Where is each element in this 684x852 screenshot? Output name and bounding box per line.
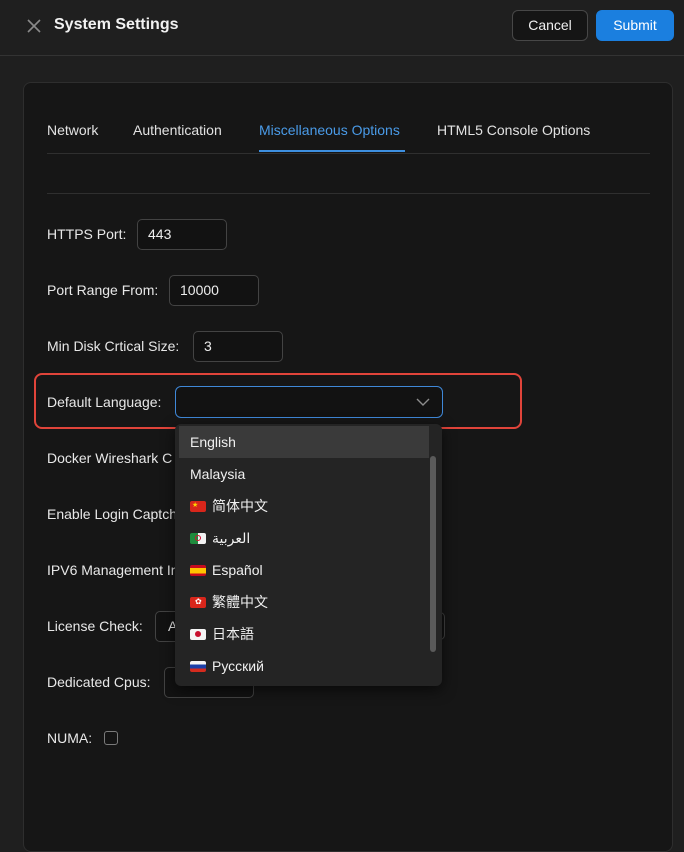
min-disk-input[interactable]: 3 bbox=[193, 331, 283, 362]
hong-kong-flag-icon: ✿ bbox=[190, 597, 206, 608]
tab-bar: Network Authentication Miscellaneous Opt… bbox=[47, 110, 650, 154]
close-icon[interactable] bbox=[24, 16, 44, 36]
dedicated-cpus-label: Dedicated Cpus: bbox=[47, 674, 151, 690]
divider bbox=[47, 193, 650, 194]
language-dropdown: English Malaysia ★ 简体中文 العربية Español … bbox=[175, 424, 442, 686]
tab-authentication[interactable]: Authentication bbox=[133, 122, 222, 138]
tab-network[interactable]: Network bbox=[47, 122, 98, 138]
license-check-label: License Check: bbox=[47, 618, 143, 634]
language-option-japanese[interactable]: 日本語 bbox=[179, 618, 429, 650]
https-port-input[interactable]: 443 bbox=[137, 219, 227, 250]
dropdown-scrollbar[interactable] bbox=[430, 456, 436, 652]
ipv6-label: IPV6 Management In bbox=[47, 562, 179, 578]
russia-flag-icon bbox=[190, 661, 206, 672]
submit-button[interactable]: Submit bbox=[596, 10, 674, 41]
language-option-simplified-chinese[interactable]: ★ 简体中文 bbox=[179, 490, 429, 522]
language-option-spanish[interactable]: Español bbox=[179, 554, 429, 586]
algeria-flag-icon bbox=[190, 533, 206, 544]
numa-checkbox[interactable] bbox=[104, 731, 118, 745]
tab-miscellaneous-options[interactable]: Miscellaneous Options bbox=[259, 122, 400, 138]
language-option-arabic[interactable]: العربية bbox=[179, 522, 429, 554]
language-option-english[interactable]: English bbox=[179, 426, 429, 458]
spain-flag-icon bbox=[190, 565, 206, 576]
docker-wireshark-label: Docker Wireshark C bbox=[47, 450, 173, 466]
highlight-frame bbox=[34, 373, 522, 429]
https-port-label: HTTPS Port: bbox=[47, 226, 127, 242]
port-range-from-input[interactable]: 10000 bbox=[169, 275, 259, 306]
active-tab-indicator bbox=[259, 150, 405, 152]
tab-html5-console-options[interactable]: HTML5 Console Options bbox=[437, 122, 590, 138]
cancel-button[interactable]: Cancel bbox=[512, 10, 588, 41]
china-flag-icon: ★ bbox=[190, 501, 206, 512]
numa-label: NUMA: bbox=[47, 730, 93, 746]
login-captcha-label: Enable Login Captch bbox=[47, 506, 177, 522]
japan-flag-icon bbox=[190, 629, 206, 640]
min-disk-label: Min Disk Crtical Size: bbox=[47, 338, 180, 354]
page-title: System Settings bbox=[54, 16, 179, 33]
port-range-from-label: Port Range From: bbox=[47, 282, 159, 298]
language-option-malaysia[interactable]: Malaysia bbox=[179, 458, 429, 490]
language-option-traditional-chinese[interactable]: ✿ 繁體中文 bbox=[179, 586, 429, 618]
header-bar: System Settings Cancel Submit bbox=[0, 0, 684, 56]
language-option-russian[interactable]: Русский bbox=[179, 650, 429, 682]
